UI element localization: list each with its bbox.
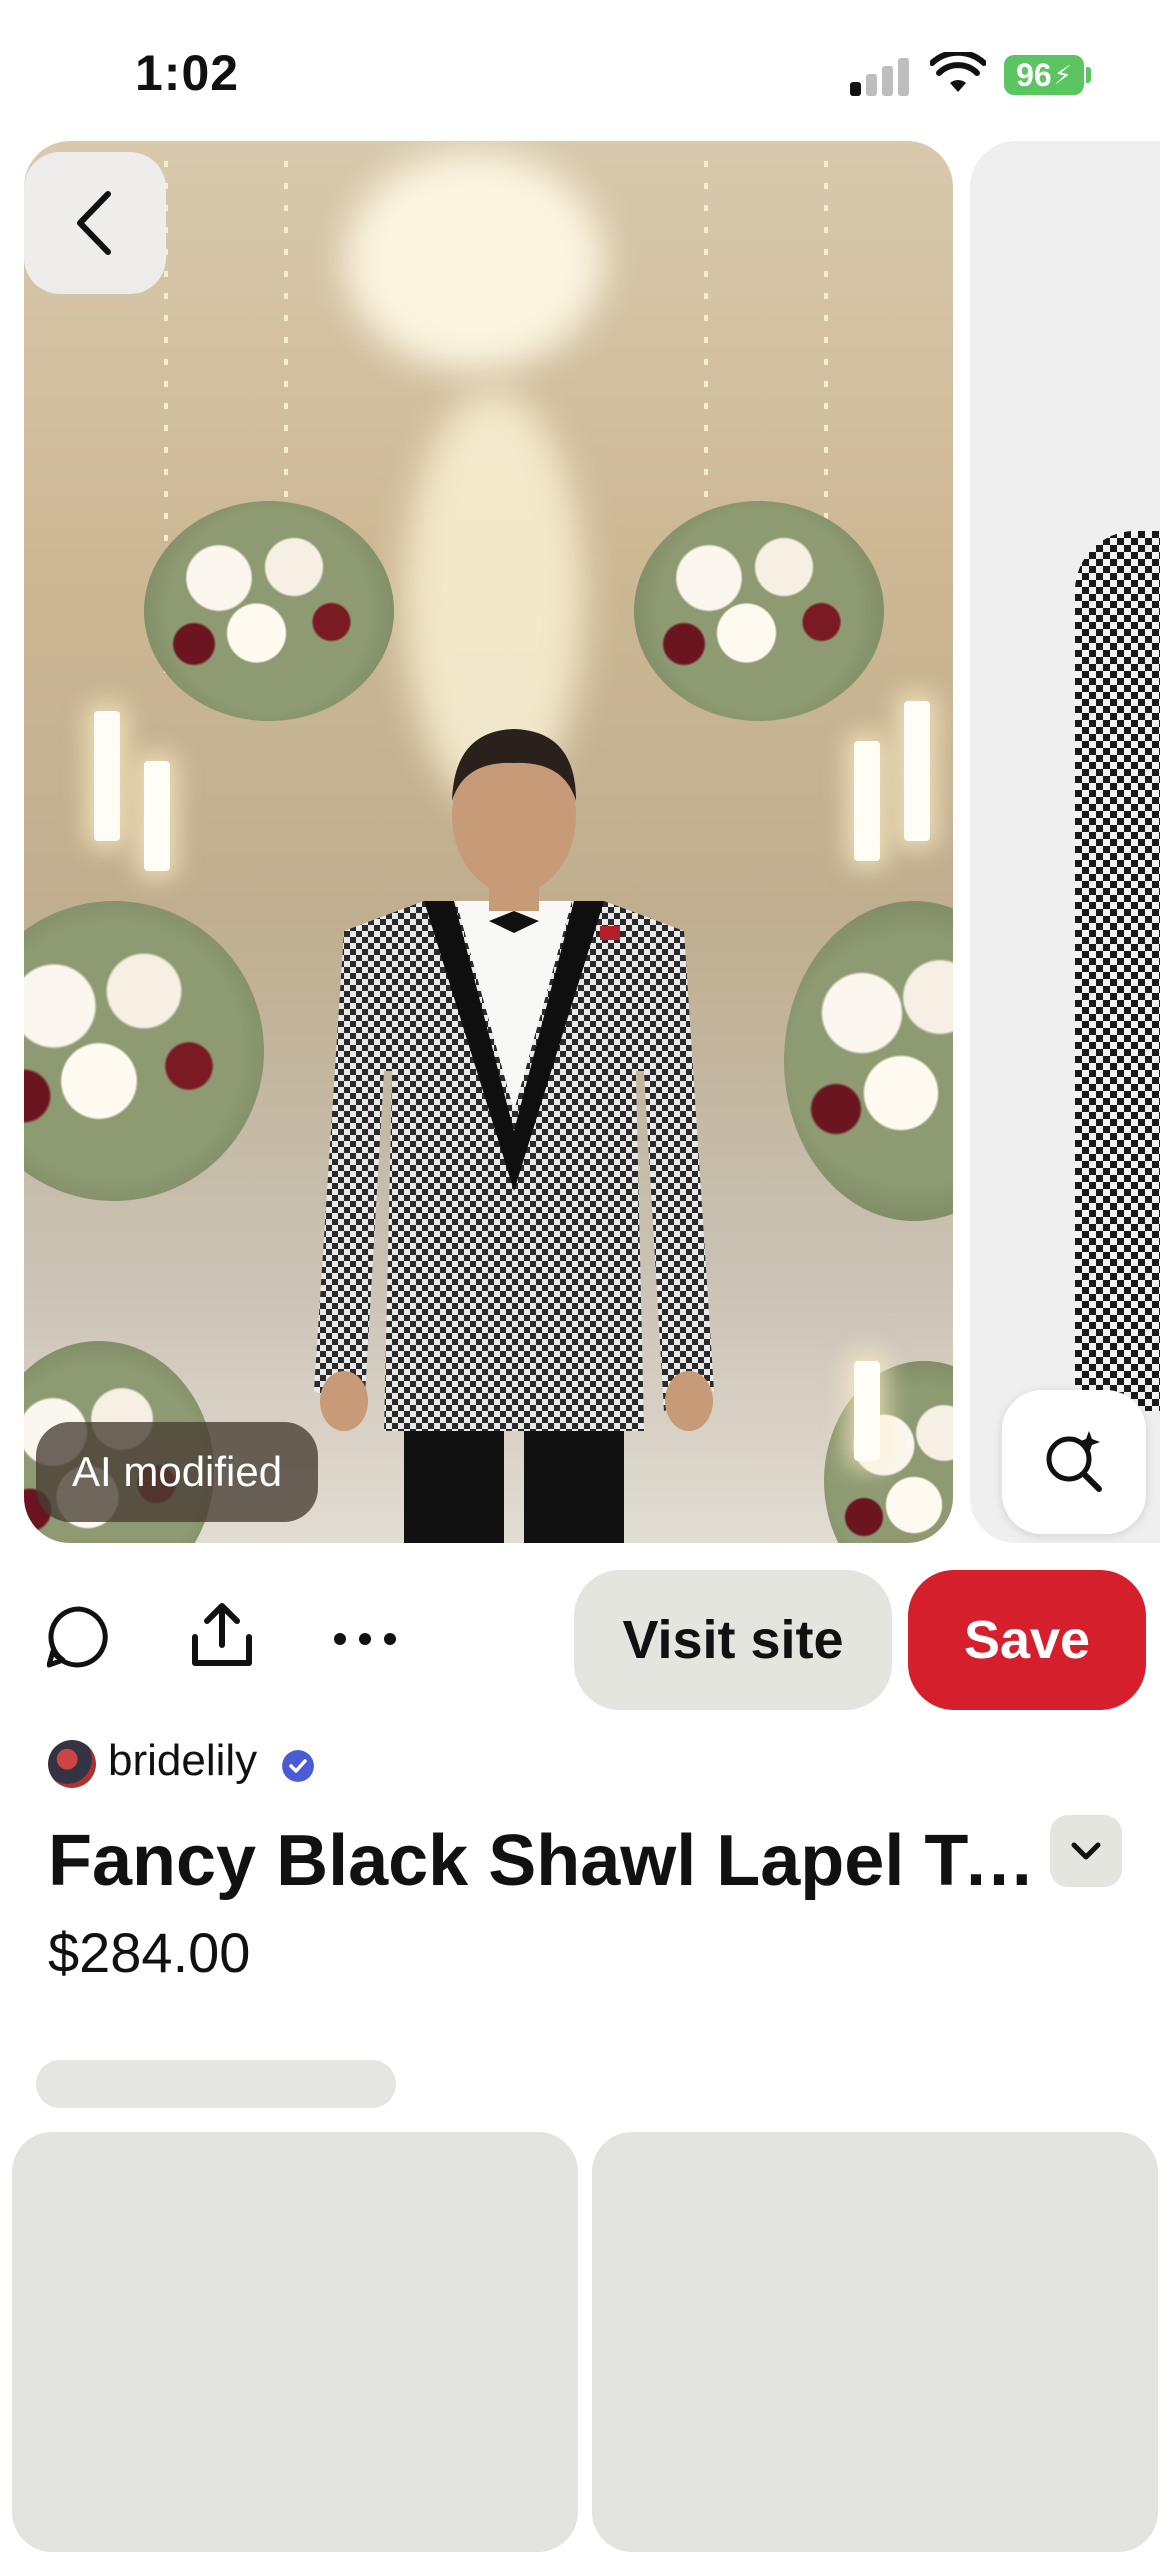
loading-placeholder-card bbox=[592, 2132, 1158, 2552]
groom-figure bbox=[314, 729, 714, 1543]
cellular-signal-icon bbox=[850, 58, 912, 96]
save-button[interactable]: Save bbox=[908, 1570, 1146, 1710]
pin-title: Fancy Black Shawl Lapel Tux... bbox=[48, 1821, 1038, 1901]
share-icon bbox=[192, 1603, 252, 1666]
more-icon bbox=[334, 1633, 396, 1645]
charging-bolt-icon: ⚡ bbox=[1053, 59, 1072, 90]
next-pin-preview[interactable] bbox=[970, 141, 1160, 1543]
creator-name[interactable]: bridelily bbox=[108, 1736, 257, 1786]
more-options-button[interactable] bbox=[320, 1600, 410, 1678]
visual-search-button[interactable] bbox=[1002, 1390, 1146, 1534]
verified-icon bbox=[282, 1750, 314, 1782]
visit-site-button[interactable]: Visit site bbox=[574, 1570, 892, 1710]
battery-level: 96 bbox=[1016, 56, 1052, 93]
back-button[interactable] bbox=[24, 152, 166, 294]
share-button[interactable] bbox=[180, 1594, 264, 1678]
expand-details-button[interactable] bbox=[1050, 1815, 1122, 1887]
battery-indicator: 96 ⚡ bbox=[1004, 55, 1084, 95]
wifi-icon bbox=[930, 52, 986, 92]
chevron-down-icon bbox=[1071, 1842, 1101, 1860]
comment-icon bbox=[47, 1606, 108, 1668]
ai-modified-badge: AI modified bbox=[36, 1422, 319, 1522]
comment-button[interactable] bbox=[40, 1598, 118, 1676]
price: $284.00 bbox=[48, 1921, 251, 1984]
loading-placeholder-card bbox=[12, 2132, 578, 2552]
pin-image[interactable] bbox=[24, 141, 953, 1543]
loading-placeholder-line bbox=[36, 2060, 396, 2108]
status-time: 1:02 bbox=[135, 45, 240, 101]
houndstooth-jacket bbox=[1075, 531, 1160, 1411]
creator-avatar[interactable] bbox=[48, 1740, 96, 1788]
battery-cap bbox=[1086, 67, 1091, 83]
back-arrow-icon bbox=[77, 191, 111, 255]
visual-search-icon bbox=[1046, 1431, 1102, 1492]
